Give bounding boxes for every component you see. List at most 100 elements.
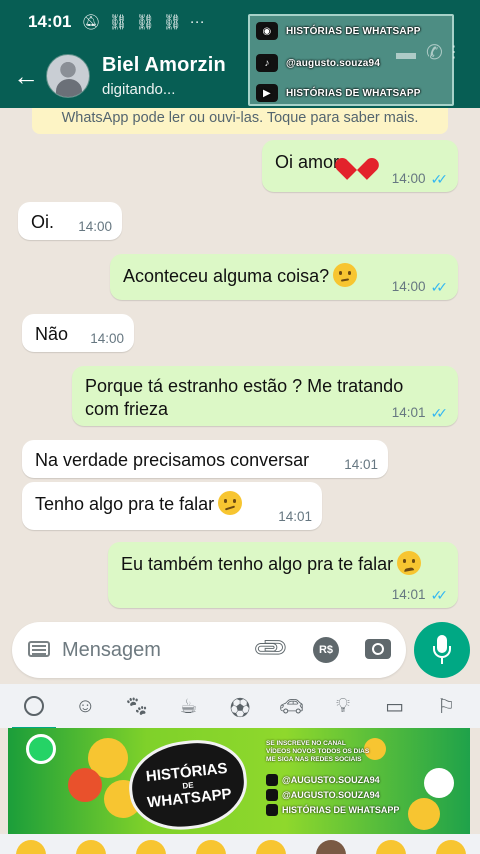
emoji-icon[interactable] [76, 840, 106, 854]
message-out[interactable]: Oi amor 14:00 ✓✓ [262, 140, 458, 192]
contact-info[interactable]: Biel Amorzin digitando... [102, 54, 226, 98]
double-check-icon: ✓✓ [430, 405, 449, 421]
camera-icon[interactable] [365, 639, 391, 659]
message-out[interactable]: Porque tá estranho estão ? Me tratando co… [72, 366, 458, 426]
thinking-face-icon [333, 263, 358, 287]
status-time: 14:01 [28, 12, 72, 31]
youtube-icon: ▶ [256, 84, 278, 102]
tiktok-icon [266, 788, 278, 801]
emoji-icon[interactable] [256, 840, 286, 854]
emoji-icon[interactable] [376, 840, 406, 854]
emoji-icon[interactable] [436, 840, 466, 854]
watermark-text: HISTÓRIAS DE WHATSAPP [286, 87, 421, 99]
message-in[interactable]: Tenho algo pra te falar 14:01 [22, 482, 322, 530]
message-text: Eu também tenho algo pra te falar [121, 554, 394, 574]
contact-name: Biel Amorzin [102, 54, 226, 76]
menu-icon[interactable]: ⋮ [446, 42, 462, 62]
watermark-row: ♪ @augusto.souza94 [256, 52, 380, 74]
more-status-icon: ··· [189, 13, 205, 30]
contact-status: digitando... [102, 81, 176, 98]
watermark-row: ▶ HISTÓRIAS DE WHATSAPP [256, 82, 421, 104]
message-time: 14:00 [78, 219, 112, 234]
sim-icon: ⛓︎ [108, 14, 128, 31]
emoji-category-tabs: ☺ 🐾︎ ☕︎ ⚽︎ 🚗︎ 💡︎ ▭ ⚐ [0, 684, 480, 730]
message-text: Oi. [31, 212, 55, 232]
banner-text: @AUGUSTO.SOUZA94 [282, 789, 380, 800]
keyboard-icon[interactable] [28, 641, 50, 657]
flags-icon[interactable]: ⚐ [432, 692, 460, 720]
recent-icon[interactable] [11, 692, 56, 730]
chat-area[interactable]: WhatsApp pode ler ou ouvi-las. Toque par… [0, 108, 480, 620]
message-time: 14:01 [344, 457, 378, 472]
watermark-text: @augusto.souza94 [286, 57, 381, 69]
message-input-bar[interactable]: Mensagem 📎︎ R$ [12, 622, 406, 678]
double-check-icon: ✓✓ [430, 279, 449, 295]
message-out[interactable]: Eu também tenho algo pra te falar 14:01 ✓… [108, 542, 458, 608]
video-call-icon[interactable]: ▬ [396, 42, 416, 65]
attach-icon[interactable]: 📎︎ [250, 627, 292, 669]
message-text: Tenho algo pra te falar [35, 494, 215, 514]
back-arrow-icon[interactable]: ← [6, 61, 46, 92]
eyes-emoji-icon [424, 768, 454, 798]
double-check-icon: ✓✓ [430, 587, 449, 603]
promo-banner: HISTÓRIAS DE WHATSAPP SE INSCREVE NO CAN… [8, 728, 470, 834]
message-time: 14:00 [391, 279, 426, 294]
message-text: com frieza [85, 399, 169, 419]
banner-logo: HISTÓRIAS DE WHATSAPP [128, 738, 248, 832]
message-out[interactable]: Aconteceu alguma coisa? 14:00 ✓✓ [110, 254, 458, 300]
call-icon[interactable]: ✆ [426, 40, 443, 65]
message-time: 14:01 [391, 587, 426, 602]
confused-face-icon [218, 491, 243, 515]
watermark-text: HISTÓRIAS DE WHATSAPP [286, 25, 421, 37]
mute-icon: 🔕︎ [81, 14, 101, 31]
symbols-icon[interactable]: ▭ [381, 692, 409, 720]
tiktok-icon: ♪ [256, 54, 278, 72]
banner-text: VÍDEOS NOVOS TODOS OS DIAS [266, 748, 370, 755]
mic-button[interactable] [414, 622, 470, 678]
message-time: 14:00 [391, 171, 426, 186]
animal-icon[interactable]: 🐾︎ [123, 692, 151, 720]
message-time: 14:00 [90, 331, 124, 346]
banner-info: SE INSCREVE NO CANAL VÍDEOS NOVOS TODOS … [266, 740, 416, 817]
sim-icon: ⛓︎ [135, 14, 155, 31]
message-text: Na verdade precisamos conversar [35, 450, 310, 470]
emoji-icon[interactable] [316, 840, 346, 854]
banner-text: HISTÓRIAS DE WHATSAPP [282, 804, 400, 815]
banner-text: SE INSCREVE NO CANAL [266, 740, 346, 747]
emoji-icon[interactable] [16, 840, 46, 854]
food-icon[interactable]: ☕︎ [174, 692, 202, 720]
payment-icon[interactable]: R$ [313, 637, 339, 663]
emoji-grid-peek [0, 834, 480, 854]
message-in[interactable]: Oi. 14:00 [18, 202, 122, 240]
smiley-icon[interactable]: ☺ [71, 692, 99, 720]
channel-icon: ◉ [256, 22, 278, 40]
chat-header: 14:01 🔕︎ ⛓︎ ⛓︎ ⛓︎ ··· ← Biel Amorzin dig… [0, 0, 480, 108]
emoji-icon[interactable] [196, 840, 226, 854]
sim-icon: ⛓︎ [162, 14, 182, 31]
disappointed-face-icon [397, 551, 422, 575]
objects-icon[interactable]: 💡︎ [329, 692, 357, 720]
travel-icon[interactable]: 🚗︎ [278, 692, 306, 720]
encryption-notice[interactable]: WhatsApp pode ler ou ouvi-las. Toque par… [32, 108, 448, 134]
double-check-icon: ✓✓ [430, 171, 449, 187]
watermark-overlay: ▬ ✆ ⋮ ◉ HISTÓRIAS DE WHATSAPP ♪ @augusto… [248, 14, 462, 106]
status-icons: 🔕︎ ⛓︎ ⛓︎ ⛓︎ ··· [81, 13, 204, 31]
banner-text: @AUGUSTO.SOUZA94 [282, 774, 380, 785]
whatsapp-logo-icon [26, 734, 56, 764]
message-text: Oi amor [275, 152, 340, 172]
message-in[interactable]: Na verdade precisamos conversar 14:01 [22, 440, 388, 478]
emoji-icon[interactable] [136, 840, 166, 854]
mic-icon [441, 658, 443, 664]
avatar[interactable] [46, 54, 90, 98]
instagram-icon [266, 773, 278, 786]
message-input[interactable]: Mensagem [62, 639, 161, 662]
message-text: Porque tá estranho estão ? Me tratando [85, 376, 404, 396]
sports-icon[interactable]: ⚽︎ [226, 692, 254, 720]
message-text: Aconteceu alguma coisa? [123, 266, 330, 286]
watermark-row: ◉ HISTÓRIAS DE WHATSAPP [256, 20, 421, 42]
youtube-icon [266, 803, 278, 816]
message-time: 14:01 [278, 509, 312, 524]
heart-icon [345, 149, 371, 173]
message-in[interactable]: Não 14:00 [22, 314, 134, 352]
message-text: Não [35, 324, 69, 344]
